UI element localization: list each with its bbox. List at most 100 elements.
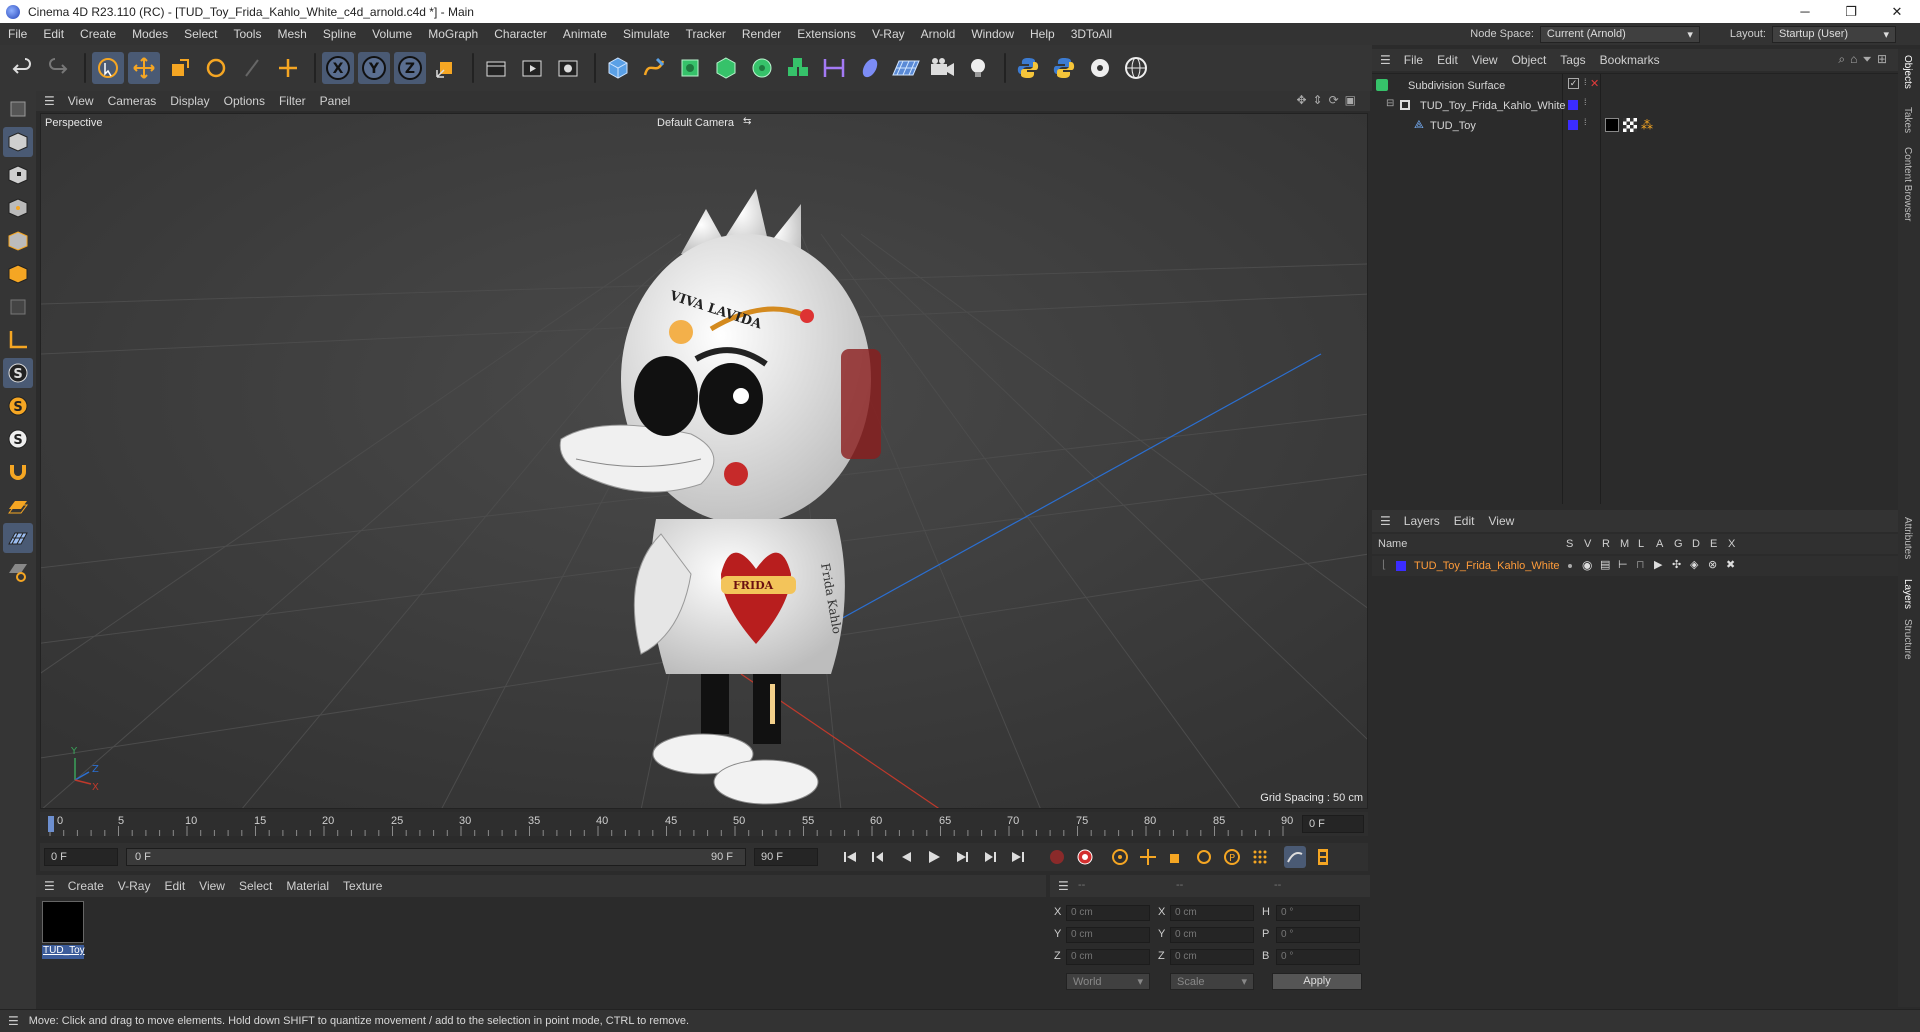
objects-menu-view[interactable]: View (1465, 53, 1505, 67)
viewport-menu-display[interactable]: Display (163, 94, 216, 108)
status-menu-icon[interactable]: ☰ (8, 1014, 19, 1028)
menu-simulate[interactable]: Simulate (615, 27, 678, 41)
layers-menu-view[interactable]: View (1481, 514, 1521, 528)
menu-edit[interactable]: Edit (35, 27, 72, 41)
make-editable-button[interactable] (3, 94, 33, 124)
node-space-dropdown[interactable]: Current (Arnold) ▾ (1539, 25, 1700, 43)
deformer-button[interactable] (818, 52, 850, 84)
menu-window[interactable]: Window (963, 27, 1022, 41)
disable-x-icon[interactable]: ✕ (1590, 77, 1599, 90)
layers-header-s[interactable]: S (1566, 538, 1573, 550)
redo-button[interactable] (42, 52, 74, 84)
generator-icon[interactable]: ✣ (1672, 558, 1681, 571)
menu-spline[interactable]: Spline (315, 27, 364, 41)
coordinate-space-dropdown[interactable]: World ▾ (1066, 973, 1150, 990)
viewport-perspective-label[interactable]: Perspective (45, 117, 102, 129)
menu-volume[interactable]: Volume (364, 27, 420, 41)
key-pla-button[interactable] (1249, 846, 1271, 868)
material-panel-menu-icon[interactable]: ☰ (44, 879, 55, 893)
layers-header-r[interactable]: R (1602, 538, 1610, 550)
menu-3dtoall[interactable]: 3DToAll (1063, 27, 1120, 41)
edit-check-icon[interactable]: ✓ (1568, 78, 1579, 89)
apply-button[interactable]: Apply (1272, 973, 1362, 990)
rotation-p-field[interactable]: 0 ° (1276, 927, 1360, 943)
recent-tool-button[interactable] (236, 52, 268, 84)
menu-mesh[interactable]: Mesh (269, 27, 314, 41)
phong-tag-icon[interactable]: ⁂ (1641, 118, 1653, 132)
size-mode-dropdown[interactable]: Scale ▾ (1170, 973, 1254, 990)
layers-header-m[interactable]: M (1620, 538, 1629, 550)
workplane-snap-button[interactable]: S (3, 424, 33, 454)
objects-menu-edit[interactable]: Edit (1430, 53, 1465, 67)
coordinate-system-button[interactable] (430, 52, 462, 84)
z-axis-lock-button[interactable]: Z (394, 52, 426, 84)
play-button[interactable] (923, 846, 945, 868)
floor-button[interactable] (890, 52, 922, 84)
arnold-settings-button[interactable] (1084, 52, 1116, 84)
timeline-ruler[interactable]: 0 5 10 15 20 25 30 35 40 45 50 55 60 65 … (40, 812, 1368, 836)
move-view-icon[interactable]: ✥ (1296, 93, 1312, 107)
light-button[interactable] (962, 52, 994, 84)
filter-icon[interactable]: ⏷ (1862, 52, 1877, 66)
key-scale-button[interactable] (1165, 846, 1187, 868)
layer-color-swatch[interactable] (1568, 100, 1578, 110)
layers-header-d[interactable]: D (1692, 538, 1700, 550)
viewport-menu-view[interactable]: View (61, 94, 101, 108)
material-menu-view[interactable]: View (192, 879, 232, 893)
menu-extensions[interactable]: Extensions (789, 27, 864, 41)
point-mode-button[interactable] (3, 193, 33, 223)
tab-takes[interactable]: Takes (1902, 107, 1913, 133)
end-frame-field[interactable]: 90 F (754, 848, 818, 866)
key-parameter-button[interactable]: P (1221, 846, 1243, 868)
solo-icon[interactable] (1568, 564, 1572, 568)
xref-icon[interactable]: ✖ (1726, 558, 1735, 571)
goto-start-button[interactable] (839, 846, 861, 868)
maximize-button[interactable]: ❐ (1828, 0, 1874, 23)
animation-play-icon[interactable]: ▶ (1654, 558, 1662, 571)
camera-link-icon[interactable]: ⇆ (743, 116, 751, 127)
visibility-dots-icon[interactable]: ⁞ (1584, 77, 1587, 87)
next-frame-button[interactable] (951, 846, 973, 868)
field-button[interactable] (854, 52, 886, 84)
pen-spline-button[interactable] (638, 52, 670, 84)
menu-file[interactable]: File (0, 27, 35, 41)
material-tag-icon[interactable] (1605, 118, 1619, 132)
position-y-field[interactable]: 0 cm (1066, 927, 1150, 943)
uv-mode-button[interactable] (3, 292, 33, 322)
layers-header-g[interactable]: G (1674, 538, 1683, 550)
coordinates-menu-icon[interactable]: ☰ (1058, 879, 1069, 893)
expression-icon[interactable]: ⊗ (1708, 558, 1717, 571)
object-row[interactable]: ⊟ TUD_Toy_Frida_Kahlo_White ⁞ (1372, 96, 1898, 116)
x-axis-lock-button[interactable]: X (322, 52, 354, 84)
close-button[interactable]: ✕ (1874, 0, 1920, 23)
menu-animate[interactable]: Animate (555, 27, 615, 41)
tree-expand-icon[interactable]: ⊟ (1386, 98, 1394, 109)
axis-mode-button[interactable] (3, 325, 33, 355)
live-selection-button[interactable] (92, 52, 124, 84)
snap-button[interactable]: S (3, 358, 33, 388)
object-row[interactable]: Subdivision Surface ✓ ⁞ ✕ (1372, 76, 1898, 96)
layers-header-x[interactable]: X (1728, 538, 1735, 550)
record-keys-button[interactable] (1046, 846, 1068, 868)
autokey-button[interactable] (1074, 846, 1096, 868)
viewport-menu-cameras[interactable]: Cameras (101, 94, 164, 108)
objects-menu-object[interactable]: Object (1505, 53, 1554, 67)
objects-menu-file[interactable]: File (1397, 53, 1430, 67)
object-row[interactable]: ⟁ TUD_Toy ⁞ ⁂ (1372, 116, 1898, 136)
rotate-tool-button[interactable] (200, 52, 232, 84)
voronoi-button[interactable] (782, 52, 814, 84)
material-menu-vray[interactable]: V-Ray (111, 879, 158, 893)
checker-tag-icon[interactable] (1623, 118, 1637, 132)
motion-system-button[interactable] (1312, 846, 1334, 868)
search-icon[interactable]: ⌕ (1838, 52, 1850, 66)
layer-row[interactable]: ⌊ TUD_Toy_Frida_Kahlo_White ◉ ▤ ⊢ ⊓ ▶ ✣ … (1372, 556, 1898, 576)
viewport-menu-panel[interactable]: Panel (313, 94, 358, 108)
prev-frame-button[interactable] (895, 846, 917, 868)
arnold-ipr-button[interactable] (1120, 52, 1152, 84)
rotation-h-field[interactable]: 0 ° (1276, 905, 1360, 921)
material-name-label[interactable]: TUD_Toy (42, 945, 85, 959)
y-axis-lock-button[interactable]: Y (358, 52, 390, 84)
visibility-dots-icon[interactable]: ⁞ (1584, 97, 1587, 107)
viewport-camera-label[interactable]: Default Camera (657, 117, 734, 129)
snap-settings-button[interactable]: S (3, 391, 33, 421)
